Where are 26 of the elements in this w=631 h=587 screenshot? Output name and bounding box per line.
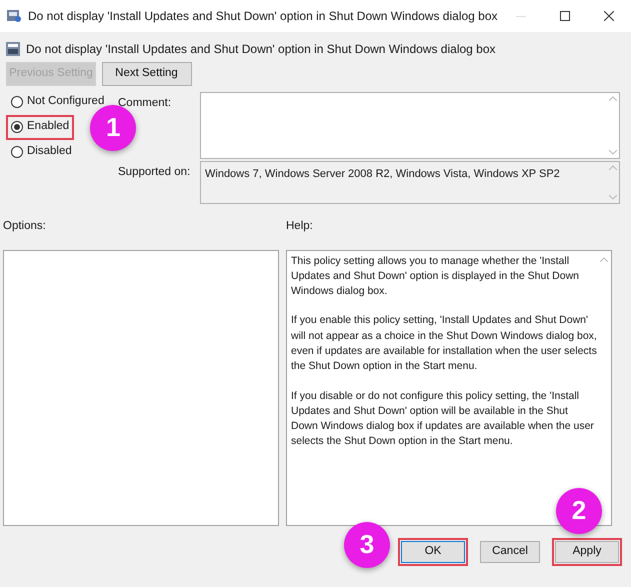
state-radio[interactable]: Disabled [6, 140, 77, 164]
scroll-down-icon[interactable] [609, 150, 617, 154]
help-paragraph: This policy setting allows you to manage whether the 'Install Updates and Shut Down' option is displayed in the Shut Down Windows dialog box. [291, 254, 580, 300]
policy-icon [6, 42, 20, 56]
comment-field[interactable] [200, 92, 620, 158]
scroll-up-icon[interactable] [609, 96, 617, 100]
options-label: Options: [3, 220, 46, 232]
help-paragraph: If you enable this policy setting, 'Install Updates and Shut Down' will not appear as a choice in the Shut Down Windows dialog box, even if updates are available for installation when the user selects the Shut Down option in the Start menu. [291, 313, 597, 374]
policy-icon [6, 9, 22, 23]
dialog-button[interactable]: Apply [555, 540, 619, 562]
close-icon[interactable] [604, 11, 614, 21]
help-paragraph: If you disable or do not configure this policy setting, the 'Install Updates and Shut Down' option will be available in the Shut Down Windows dialog box if updates are available when the user selects the Shut Down option in the Start menu. [291, 388, 595, 450]
window-title: Do not display 'Install Updates and Shut Down' option in Shut Down Windows dialog box [28, 8, 499, 25]
policy-title: Do not display 'Install Updates and Shut Down' option in Shut Down Windows dialog box [26, 41, 496, 58]
scroll-up-icon[interactable] [609, 165, 617, 170]
help-label: Help: [286, 220, 313, 232]
supported-on-field: Windows 7, Windows Server 2008 R2, Windows Vista, Windows XP SP2 [200, 161, 620, 204]
maximize-icon[interactable] [560, 11, 570, 21]
supported-on-label: Supported on: [118, 166, 190, 178]
scroll-down-icon[interactable] [609, 195, 617, 200]
dialog-button[interactable]: Cancel [480, 540, 540, 562]
callout-marker: 1 [90, 104, 136, 150]
dialog-button[interactable]: OK [401, 540, 465, 562]
next-setting-button[interactable]: Next Setting [102, 62, 192, 86]
callout-marker: 3 [344, 522, 390, 568]
scroll-up-icon[interactable] [600, 256, 608, 262]
